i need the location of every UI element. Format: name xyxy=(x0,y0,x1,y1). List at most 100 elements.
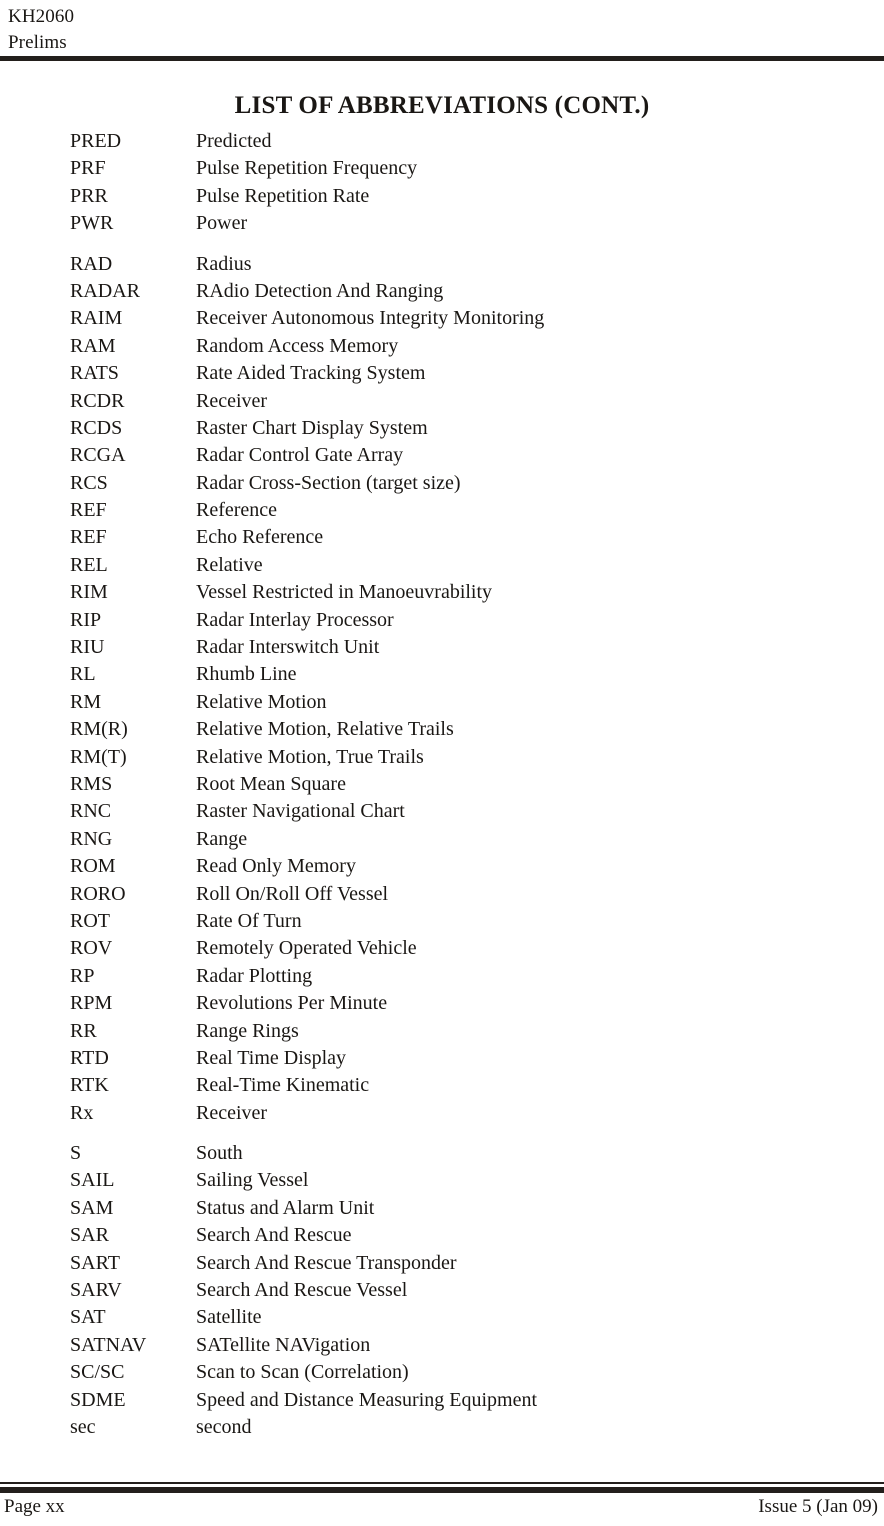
abbreviation-term: SAIL xyxy=(70,1169,115,1192)
abbreviation-term: RNC xyxy=(70,800,112,823)
abbreviation-row: Rx Receiver xyxy=(70,1100,860,1127)
abbreviation-term: S xyxy=(70,1142,82,1165)
abbreviation-term: ROM xyxy=(70,855,116,878)
abbreviation-term: sec xyxy=(70,1415,96,1438)
abbreviation-row: RIP Radar Interlay Processor xyxy=(70,607,860,634)
abbreviation-term: RMS xyxy=(70,772,113,795)
abbreviation-term: RPM xyxy=(70,992,113,1015)
abbreviation-definition: second xyxy=(196,1415,252,1438)
abbreviation-definition: Power xyxy=(196,212,248,235)
abbreviation-row: RCGA Radar Control Gate Array xyxy=(70,442,860,469)
abbreviation-term: SAR xyxy=(70,1224,109,1247)
abbreviation-list: PRED Predicted PRF Pulse Repetition Frequen… xyxy=(70,128,860,1441)
abbreviation-term: RIM xyxy=(70,581,108,604)
abbreviation-group: S South SAIL Sailing Vessel SAM Status and Al… xyxy=(70,1140,860,1441)
abbreviation-definition: Receiver xyxy=(196,1101,268,1124)
abbreviation-row: SAM Status and Alarm Unit xyxy=(70,1195,860,1222)
abbreviation-term: RCDS xyxy=(70,416,123,439)
abbreviation-term: Rx xyxy=(70,1101,94,1124)
footer-divider-thin-rule xyxy=(0,1482,884,1484)
abbreviation-term: RAD xyxy=(70,252,113,275)
abbreviation-term: RNG xyxy=(70,827,113,850)
page-title: LIST OF ABBREVIATIONS (CONT.) xyxy=(234,92,650,119)
abbreviation-definition: Radar Interswitch Unit xyxy=(196,636,380,659)
footer-page-number: Page xx xyxy=(4,1496,65,1517)
abbreviation-term: RL xyxy=(70,663,96,686)
abbreviation-term: RAM xyxy=(70,334,116,357)
abbreviation-definition: Rate Aided Tracking System xyxy=(196,362,426,385)
abbreviation-definition: Relative Motion, True Trails xyxy=(196,745,424,768)
abbreviation-definition: Reference xyxy=(196,499,278,522)
abbreviation-definition: Root Mean Square xyxy=(196,772,346,795)
abbreviation-definition: Raster Chart Display System xyxy=(196,416,428,439)
header-section-name: Prelims xyxy=(8,32,67,53)
header-document-code: KH2060 xyxy=(8,6,75,27)
abbreviation-row: PRF Pulse Repetition Frequency xyxy=(70,155,860,182)
abbreviation-row: S South xyxy=(70,1140,860,1167)
page-footer: Page xx Issue 5 (Jan 09) xyxy=(0,1493,884,1526)
abbreviation-term: SAM xyxy=(70,1196,114,1219)
abbreviation-definition: Radar Control Gate Array xyxy=(196,444,404,467)
abbreviation-definition: SATellite NAVigation xyxy=(196,1333,371,1356)
abbreviation-row: RNG Range xyxy=(70,826,860,853)
abbreviation-definition: Radius xyxy=(196,252,252,275)
abbreviation-term: PRED xyxy=(70,130,122,152)
abbreviation-term: PWR xyxy=(70,212,114,235)
abbreviation-definition: Radar Plotting xyxy=(196,964,313,987)
abbreviation-term: REF xyxy=(70,499,107,522)
abbreviation-definition: Range Rings xyxy=(196,1019,299,1042)
abbreviation-group: PRED Predicted PRF Pulse Repetition Frequen… xyxy=(70,128,860,238)
abbreviation-term: REF xyxy=(70,526,107,549)
abbreviation-definition: Rhumb Line xyxy=(196,663,297,686)
abbreviation-term: RCDR xyxy=(70,389,125,412)
abbreviation-term: RTD xyxy=(70,1046,109,1069)
abbreviation-row: ROM Read Only Memory xyxy=(70,853,860,880)
abbreviation-row: RATS Rate Aided Tracking System xyxy=(70,360,860,387)
abbreviation-term: RIP xyxy=(70,608,102,631)
abbreviation-definition: Predicted xyxy=(196,130,272,152)
abbreviation-definition: Pulse Repetition Rate xyxy=(196,184,370,207)
abbreviation-row: RCDR Receiver xyxy=(70,388,860,415)
abbreviation-definition: Vessel Restricted in Manoeuvrability xyxy=(196,581,493,604)
abbreviation-definition: Satellite xyxy=(196,1306,262,1329)
abbreviation-term: SC/SC xyxy=(70,1361,125,1384)
abbreviation-definition: Sailing Vessel xyxy=(196,1169,309,1192)
abbreviation-row: PWR Power xyxy=(70,210,860,237)
abbreviation-term: SATNAV xyxy=(70,1333,147,1356)
abbreviation-row: RM Relative Motion xyxy=(70,689,860,716)
abbreviation-term: RADAR xyxy=(70,279,141,302)
abbreviation-row: ROV Remotely Operated Vehicle xyxy=(70,935,860,962)
abbreviation-definition: Relative Motion xyxy=(196,690,327,713)
abbreviation-row: RTK Real-Time Kinematic xyxy=(70,1072,860,1099)
abbreviation-row: SAIL Sailing Vessel xyxy=(70,1167,860,1194)
abbreviation-row: RAIM Receiver Autonomous Integrity Monito… xyxy=(70,305,860,332)
abbreviation-term: PRR xyxy=(70,184,108,207)
abbreviation-row: SC/SC Scan to Scan (Correlation) xyxy=(70,1359,860,1386)
abbreviation-definition: Search And Rescue Transponder xyxy=(196,1251,457,1274)
abbreviation-row: REL Relative xyxy=(70,552,860,579)
abbreviation-row: RTD Real Time Display xyxy=(70,1045,860,1072)
abbreviation-definition: Raster Navigational Chart xyxy=(196,800,405,823)
abbreviation-definition: Relative xyxy=(196,553,263,576)
abbreviation-definition: Radar Cross-Section (target size) xyxy=(196,471,461,494)
abbreviation-row: PRED Predicted xyxy=(70,128,860,155)
abbreviation-row: RL Rhumb Line xyxy=(70,661,860,688)
abbreviation-definition: Echo Reference xyxy=(196,526,324,549)
abbreviation-definition: Revolutions Per Minute xyxy=(196,992,388,1015)
abbreviation-term: RCGA xyxy=(70,444,126,467)
abbreviation-row: SAT Satellite xyxy=(70,1304,860,1331)
abbreviation-row: SAR Search And Rescue xyxy=(70,1222,860,1249)
abbreviation-term: RATS xyxy=(70,362,119,385)
abbreviation-term: RAIM xyxy=(70,307,123,330)
abbreviation-definition: RAdio Detection And Ranging xyxy=(196,279,444,302)
footer-issue-info: Issue 5 (Jan 09) xyxy=(758,1496,878,1517)
abbreviation-row: RNC Raster Navigational Chart xyxy=(70,798,860,825)
abbreviation-definition: South xyxy=(196,1142,243,1165)
abbreviation-row: SDME Speed and Distance Measuring Equipme… xyxy=(70,1387,860,1414)
abbreviation-definition: Roll On/Roll Off Vessel xyxy=(196,882,389,905)
abbreviation-row: RIU Radar Interswitch Unit xyxy=(70,634,860,661)
document-page: KH2060 Prelims LIST OF ABBREVIATIONS (CO… xyxy=(0,0,884,1526)
abbreviation-row: ROT Rate Of Turn xyxy=(70,908,860,935)
abbreviation-definition: Read Only Memory xyxy=(196,855,356,878)
abbreviation-definition: Pulse Repetition Frequency xyxy=(196,157,418,180)
